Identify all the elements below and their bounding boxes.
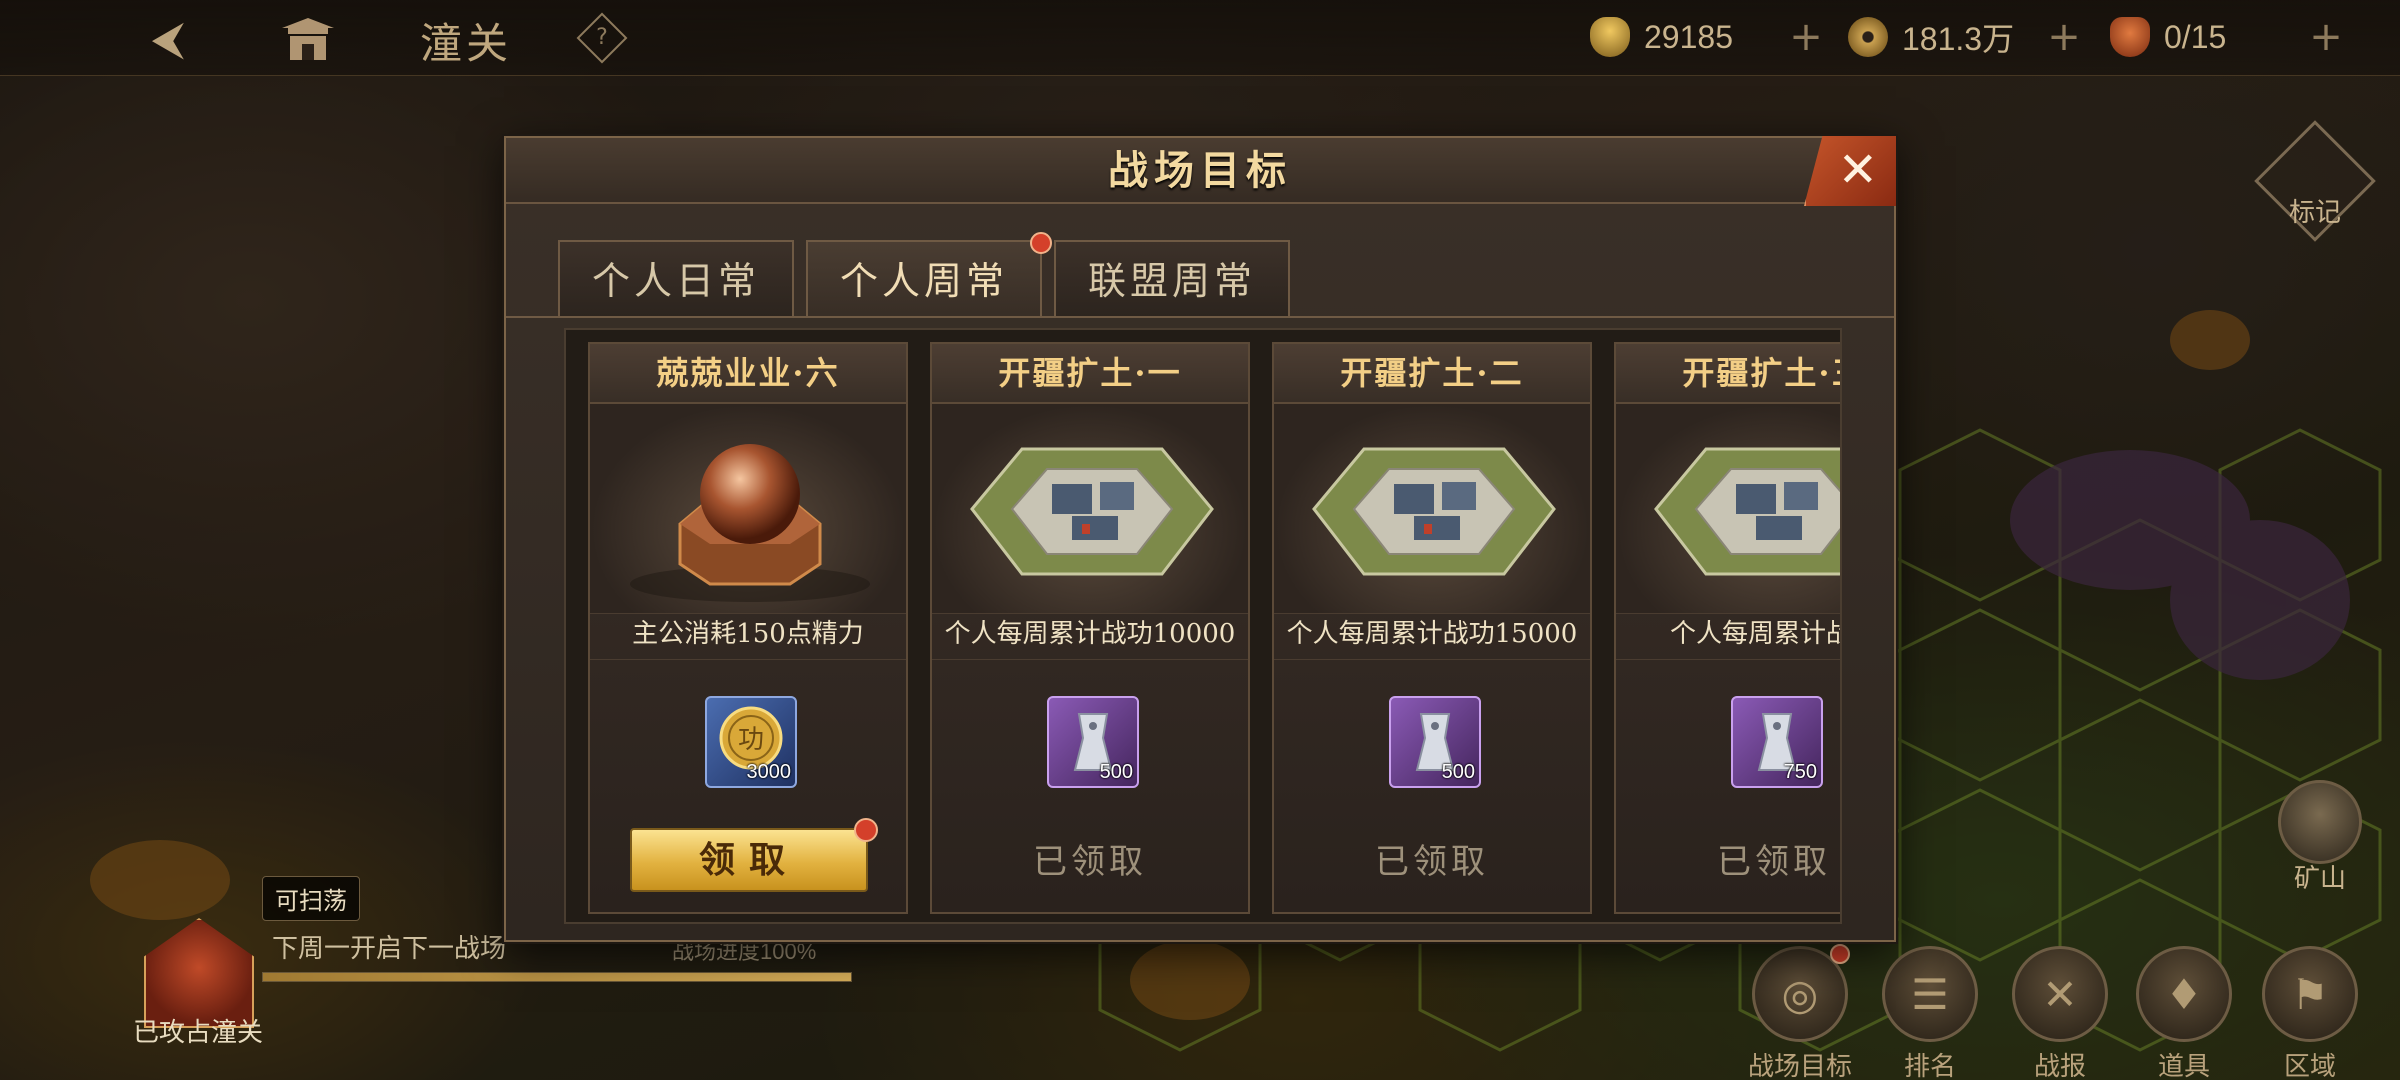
tab-divider — [506, 316, 1894, 318]
add-coin-button[interactable]: + — [2044, 14, 2084, 60]
items-button[interactable]: ♦ 道具 — [2124, 946, 2244, 1080]
scroll-icon: ☰ — [1911, 970, 1949, 1019]
sweep-tag[interactable]: 可扫荡 — [262, 876, 360, 921]
reward-quantity: 500 — [1441, 761, 1475, 783]
notification-dot — [854, 818, 878, 842]
reward-item[interactable]: 750 — [1731, 696, 1823, 788]
mine-button[interactable]: 矿山 — [2272, 780, 2368, 894]
svg-text:功: 功 — [738, 725, 764, 755]
location-title: 潼关 — [420, 19, 513, 68]
mark-label: 标记 — [2288, 198, 2341, 228]
task-card: 开疆扩土·三 个人每周累计战功 750 已领取 — [1614, 342, 1840, 914]
mountain-icon — [2278, 780, 2362, 864]
reward-quantity: 500 — [1099, 761, 1133, 783]
top-bar: ⮜ 潼关 ? 29185 + 181.3万 + 0/15 + — [0, 0, 2400, 76]
battle-progress-bar — [262, 972, 852, 982]
food-value: 0/15 — [2164, 18, 2227, 55]
fortress-art — [1616, 404, 1840, 614]
add-ingot-button[interactable]: + — [1786, 14, 1826, 60]
resource-coin: 181.3万 + — [1848, 12, 2084, 62]
region-button[interactable]: ⚑ 区域 — [2250, 946, 2370, 1080]
food-icon — [2110, 17, 2150, 57]
task-title: 兢兢业业·六 — [590, 344, 906, 404]
task-title: 开疆扩土·一 — [932, 344, 1248, 404]
claimed-status: 已领取 — [1375, 842, 1489, 882]
coin-value: 181.3万 — [1902, 21, 2015, 57]
task-card: 开疆扩土·一 个人每周累计战功10000 500 已领取 — [930, 342, 1250, 914]
bag-icon: ♦ — [2165, 970, 2203, 1019]
gold-ingot-icon — [1590, 17, 1630, 57]
reward-item[interactable]: 500 — [1389, 696, 1481, 788]
ranking-label: 排名 — [1903, 1052, 1956, 1080]
claimed-status: 已领取 — [1033, 842, 1147, 882]
tab-personal-daily[interactable]: 个人日常 — [558, 240, 795, 318]
next-battle-text: 下周一开启下一战场 — [272, 934, 507, 964]
tab-alliance-weekly[interactable]: 联盟周常 — [1054, 240, 1291, 318]
task-description: 个人每周累计战功10000 — [932, 614, 1248, 660]
tab-label: 个人日常 — [592, 259, 761, 303]
occupied-city-button[interactable]: 已攻占潼关 — [118, 918, 278, 1058]
claimed-status: 已领取 — [1717, 842, 1831, 882]
reward-quantity: 750 — [1783, 761, 1817, 783]
copper-coin-icon — [1848, 17, 1888, 57]
reward-quantity: 3000 — [746, 761, 792, 783]
task-card: 开疆扩土·二 个人每周累计战功15000 500 已领取 — [1272, 342, 1592, 914]
task-description: 个人每周累计战功 — [1616, 614, 1840, 660]
battle-report-button[interactable]: ✕ 战报 — [2000, 946, 2120, 1080]
back-arrow-icon[interactable]: ⮜ — [138, 12, 198, 64]
tab-label: 个人周常 — [840, 259, 1009, 303]
claim-label: 领取 — [698, 839, 799, 881]
claim-button[interactable]: 领取 — [630, 818, 878, 892]
task-description: 主公消耗150点精力 — [590, 614, 906, 660]
dialog-title: 战场目标 — [1108, 147, 1292, 194]
task-title: 开疆扩土·三 — [1616, 344, 1840, 404]
flag-icon: ⚑ — [2291, 970, 2329, 1019]
fortress-art — [1274, 404, 1590, 614]
task-description: 个人每周累计战功15000 — [1274, 614, 1590, 660]
task-card-list[interactable]: 兢兢业业·六 主公消耗150点精力 功 3000 领取 开疆扩土·一 个人每周累… — [564, 328, 1842, 924]
battle-target-button[interactable]: ◎ 战场目标 — [1740, 944, 1860, 1080]
battle-target-dialog: 战场目标 ✕ 个人日常 个人周常 联盟周常 兢兢业业·六 主公消耗150点精力 … — [504, 136, 1896, 942]
ranking-button[interactable]: ☰ 排名 — [1870, 946, 1990, 1080]
dialog-header: 战场目标 — [506, 138, 1894, 204]
battle-report-icon: ✕ — [2042, 970, 2078, 1019]
reward-item[interactable]: 功 3000 — [705, 696, 797, 788]
task-card: 兢兢业业·六 主公消耗150点精力 功 3000 领取 — [588, 342, 908, 914]
target-icon: ◎ — [1781, 970, 1819, 1019]
items-label: 道具 — [2157, 1052, 2210, 1080]
resource-ingot: 29185 + — [1590, 12, 1826, 62]
tab-personal-weekly[interactable]: 个人周常 — [806, 232, 1053, 318]
tab-bar: 个人日常 个人周常 联盟周常 — [558, 232, 1291, 318]
notification-dot — [1830, 944, 1850, 964]
gate-icon[interactable] — [278, 14, 338, 64]
progress-fill — [263, 973, 851, 981]
add-food-button[interactable]: + — [2306, 14, 2346, 60]
reward-item[interactable]: 500 — [1047, 696, 1139, 788]
region-label: 区域 — [2283, 1052, 2336, 1080]
battle-target-label: 战场目标 — [1747, 1052, 1852, 1080]
close-icon: ✕ — [1837, 142, 1878, 198]
resource-food: 0/15 + — [2110, 12, 2346, 62]
tab-label: 联盟周常 — [1088, 259, 1257, 303]
help-icon[interactable]: ? — [576, 12, 628, 64]
notification-dot — [1030, 232, 1053, 254]
ingot-value: 29185 — [1644, 18, 1733, 55]
battle-report-label: 战报 — [2033, 1052, 2086, 1080]
mine-label: 矿山 — [2293, 864, 2346, 894]
fortress-art — [932, 404, 1248, 614]
occupied-label: 已攻占潼关 — [132, 1018, 263, 1048]
mark-button[interactable]: 标记 — [2254, 120, 2376, 242]
energy-orb-art — [590, 404, 906, 614]
task-title: 开疆扩土·二 — [1274, 344, 1590, 404]
